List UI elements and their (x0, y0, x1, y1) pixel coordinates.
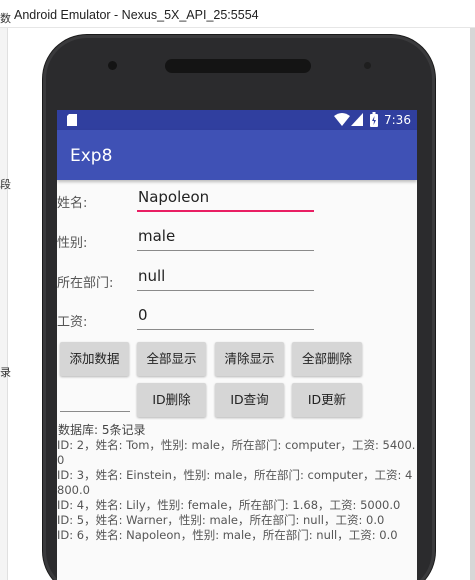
device-screen: 7:36 Exp8 姓名: Napoleon 性别: male 所在部门: nu… (57, 110, 417, 580)
record-item: ID: 3，姓名: Einstein，性别: male，所在部门: comput… (57, 468, 413, 497)
emulator-window-title: Android Emulator - Nexus_5X_API_25:5554 (0, 0, 475, 28)
department-label: 所在部门: (57, 276, 114, 291)
salary-field[interactable]: 0 (137, 306, 314, 330)
app-title: Exp8 (70, 146, 113, 166)
delete-by-id-button[interactable]: ID删除 (137, 383, 206, 417)
name-field[interactable]: Napoleon (137, 188, 314, 212)
record-item: ID: 6，姓名: Napoleon，性别: male，所在部门: null，工… (57, 528, 398, 542)
proximity-sensor (364, 62, 371, 69)
show-all-button[interactable]: 全部显示 (137, 342, 206, 376)
background-window-edge: 数 段 录 (0, 12, 11, 580)
gender-field[interactable]: male (137, 227, 314, 251)
edge-text: 录 (0, 366, 11, 379)
clear-display-button[interactable]: 清除显示 (215, 342, 284, 376)
edge-text: 数 (0, 12, 11, 25)
status-clock: 7:36 (384, 113, 411, 127)
speaker-grille (165, 59, 311, 73)
gender-label: 性别: (57, 236, 88, 251)
record-item: ID: 4，姓名: Lily，性别: female，所在部门: 1.68，工资:… (57, 498, 401, 512)
delete-all-button[interactable]: 全部删除 (292, 342, 362, 376)
record-item: ID: 2，姓名: Tom，性别: male，所在部门: computer，工资… (57, 438, 416, 467)
salary-label: 工资: (57, 315, 88, 330)
front-camera (108, 61, 117, 70)
id-input-field[interactable] (60, 388, 130, 412)
app-toolbar: Exp8 (57, 130, 417, 180)
record-item: ID: 5，姓名: Warner，性别: male，所在部门: null，工资:… (57, 513, 385, 527)
sd-card-icon (67, 114, 77, 126)
database-summary: 数据库: 5条记录 (58, 423, 146, 437)
window-scrollbar[interactable] (470, 28, 475, 580)
status-bar: 7:36 (57, 110, 417, 130)
edge-text: 段 (0, 178, 11, 191)
name-label: 姓名: (57, 196, 88, 211)
department-field[interactable]: null (137, 267, 314, 291)
wifi-icon (334, 113, 350, 126)
update-by-id-button[interactable]: ID更新 (292, 383, 362, 417)
signal-icon (351, 113, 363, 126)
record-list: ID: 2，姓名: Tom，性别: male，所在部门: computer，工资… (57, 438, 417, 543)
add-data-button[interactable]: 添加数据 (60, 342, 129, 376)
battery-icon (370, 112, 378, 127)
query-by-id-button[interactable]: ID查询 (215, 383, 284, 417)
